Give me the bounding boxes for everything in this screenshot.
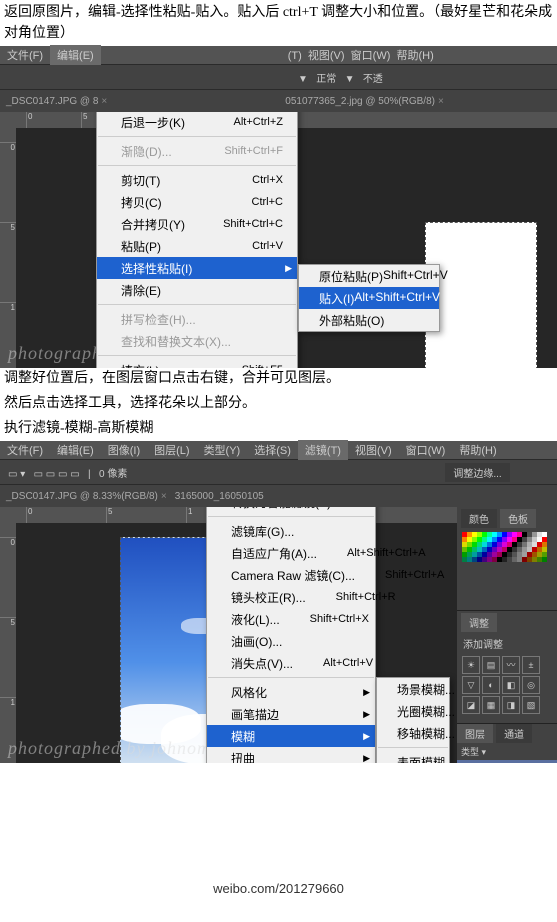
swatches-tab[interactable]: 色板 [500,509,536,528]
filter-smart[interactable]: 转换为智能滤镜(S) [207,507,375,513]
edit-clear[interactable]: 清除(E) [97,279,297,301]
instruction-text-4: 执行滤镜-模糊-高斯模糊 [0,416,557,441]
menu-layer-2[interactable]: 图层(L) [147,440,196,460]
menu-view-2[interactable]: 视图(V) [348,440,399,460]
refine-edge-button[interactable]: 调整边缘... [445,463,509,482]
filter-vanish[interactable]: 消失点(V)...Alt+Ctrl+V [207,652,375,674]
filter-blur[interactable]: 模糊▶ [207,725,375,747]
adj-icon-levels[interactable]: ▤ [482,656,500,674]
menu-image-2[interactable]: 图像(I) [101,440,147,460]
adj-icon-invert[interactable]: ◪ [462,696,480,714]
edit-fade[interactable]: 渐隐(D)...Shift+Ctrl+F [97,140,297,162]
menu-file[interactable]: 文件(F) [0,45,50,65]
channels-tab[interactable]: 通道 [496,724,532,743]
paste-special-submenu: 原位粘贴(P)Shift+Ctrl+V 贴入(I)Alt+Shift+Ctrl+… [298,264,440,332]
adj-icon-map[interactable]: ▧ [522,696,540,714]
filter-dropdown: 上次滤镜操作(F)Ctrl+F 转换为智能滤镜(S) 滤镜库(G)... 自适应… [206,507,376,763]
edit-find-replace[interactable]: 查找和替换文本(X)... [97,330,297,352]
ps-screenshot-filter-menu: 文件(F) 编辑(E) 图像(I) 图层(L) 类型(Y) 选择(S) 滤镜(T… [0,441,557,761]
instruction-text-1: 返回原图片，编辑-选择性粘贴-贴入。贴入后 ctrl+T 调整大小和位置。（最好… [0,0,557,46]
instruction-text-3: 然后点击选择工具，选择花朵以上部分。 [0,391,557,416]
edit-spell[interactable]: 拼写检查(H)... [97,308,297,330]
ruler-vertical-2: 0 5 1 [0,507,16,763]
adj-icon-curves[interactable]: 〰 [502,656,520,674]
paste-into[interactable]: 贴入(I)Alt+Shift+Ctrl+V [299,287,439,309]
ps-menubar: 文件(F) 编辑(E) 滤镜(T) (T) 视图(V) 窗口(W) 帮助(H) [0,46,557,64]
menu-filter-2[interactable]: 滤镜(T) [298,440,348,460]
ps-options-bar: ▼ 正常 ▼ 不透 [0,64,557,90]
ruler-vertical: 0 5 1 [0,112,16,368]
swatches-header: 颜色 色板 [457,507,557,530]
filter-oil[interactable]: 油画(O)... [207,630,375,652]
menu-type-2[interactable]: 类型(Y) [197,440,248,460]
paste-in-place[interactable]: 原位粘贴(P)Shift+Ctrl+V [299,265,439,287]
adj-icon-bw[interactable]: ◧ [502,676,520,694]
doc-tab-1b[interactable]: _DSC0147.JPG @ 8.33%(RGB/8)× [6,491,167,502]
filter-distort[interactable]: 扭曲▶ [207,747,375,763]
menu-edit[interactable]: 编辑(E) [50,45,101,65]
doc-tab-1[interactable]: _DSC0147.JPG @ 8× [6,96,107,107]
edit-paste[interactable]: 粘贴(P)Ctrl+V [97,235,297,257]
filter-gallery[interactable]: 滤镜库(G)... [207,520,375,542]
edit-paste-special[interactable]: 选择性粘贴(I)▶ [97,257,297,279]
blur-iris[interactable]: 光圈模糊... [377,700,449,722]
watermark-2: photographed by johnomd [8,738,221,759]
adj-icon-exposure[interactable]: ± [522,656,540,674]
edit-copy-merged[interactable]: 合并拷贝(Y)Shift+Ctrl+C [97,213,297,235]
paste-outside[interactable]: 外部粘贴(O) [299,309,439,331]
adjustments-tab[interactable]: 调整 [461,613,497,632]
menu-view[interactable]: (T) 视图(V) 窗口(W) 帮助(H) [281,45,441,65]
blur-submenu: 场景模糊... 光圈模糊... 移轴模糊... 表面模糊... 动感模糊... … [376,677,450,763]
adj-icon-threshold[interactable]: ◨ [502,696,520,714]
canvas-white-shape [425,222,537,368]
layer-background[interactable]: 👁 背景 🔒 [457,760,557,763]
menu-help-2[interactable]: 帮助(H) [452,440,503,460]
menu-file-2[interactable]: 文件(F) [0,440,50,460]
menu-window-2[interactable]: 窗口(W) [399,440,453,460]
ps-screenshot-edit-menu: 文件(F) 编辑(E) 滤镜(T) (T) 视图(V) 窗口(W) 帮助(H) … [0,46,557,366]
color-tab[interactable]: 颜色 [461,509,497,528]
footer-credit: weibo.com/201279660 [0,871,557,922]
adj-icon-vibrance[interactable]: ▽ [462,676,480,694]
filter-lens-correction[interactable]: 镜头校正(R)...Shift+Ctrl+R [207,586,375,608]
adj-icon-poster[interactable]: ▦ [482,696,500,714]
edit-fill[interactable]: 填充(L)...Shift+F5 [97,359,297,368]
right-panel: 颜色 色板 调整 添加调整 ☀▤〰± ▽◐◧◎ ◪▦◨▧ 图层 通道 类型 ▾ … [457,507,557,763]
layers-tab[interactable]: 图层 [457,724,493,743]
edit-dropdown: 还原拷贝像素(O)Ctrl+Z 前进一步(W)Shift+Ctrl+Z 后退一步… [96,112,298,368]
filter-camera-raw[interactable]: Camera Raw 滤镜(C)...Shift+Ctrl+A [207,564,375,586]
swatches-grid[interactable] [462,532,557,562]
filter-liquify[interactable]: 液化(L)...Shift+Ctrl+X [207,608,375,630]
ps-options-bar-2: ▭ ▾ ▭ ▭ ▭ ▭ | 0 像素 调整边缘... [0,459,557,485]
blur-tilt-shift[interactable]: 移轴模糊... [377,722,449,744]
add-adjustment-label: 添加调整 [461,632,553,655]
instruction-text-2: 调整好位置后，在图层窗口点击右键，合并可见图层。 [0,366,557,391]
doc-tab-2[interactable]: 051077365_2.jpg @ 50%(RGB/8)× [285,96,444,107]
menu-edit-2[interactable]: 编辑(E) [50,440,101,460]
filter-stylize[interactable]: 风格化▶ [207,681,375,703]
filter-adaptive[interactable]: 自适应广角(A)...Alt+Shift+Ctrl+A [207,542,375,564]
filter-brush-strokes[interactable]: 画笔描边▶ [207,703,375,725]
doc-tab-2b[interactable]: 3165000_16050105 [175,491,264,502]
adj-icon-hue[interactable]: ◐ [482,676,500,694]
blur-surface[interactable]: 表面模糊... [377,751,449,763]
edit-copy[interactable]: 拷贝(C)Ctrl+C [97,191,297,213]
ps-menubar-2: 文件(F) 编辑(E) 图像(I) 图层(L) 类型(Y) 选择(S) 滤镜(T… [0,441,557,459]
edit-step-back[interactable]: 后退一步(K)Alt+Ctrl+Z [97,112,297,133]
menu-select-2[interactable]: 选择(S) [247,440,298,460]
edit-cut[interactable]: 剪切(T)Ctrl+X [97,169,297,191]
adj-icon-photo[interactable]: ◎ [522,676,540,694]
adj-icon-brightness[interactable]: ☀ [462,656,480,674]
adjustment-icons[interactable]: ☀▤〰± ▽◐◧◎ ◪▦◨▧ [461,655,553,715]
blur-field[interactable]: 场景模糊... [377,678,449,700]
ps-document-tabs: _DSC0147.JPG @ 8× 051077365_2.jpg @ 50%(… [0,90,557,112]
ps-document-tabs-2: _DSC0147.JPG @ 8.33%(RGB/8)× 3165000_160… [0,485,557,507]
